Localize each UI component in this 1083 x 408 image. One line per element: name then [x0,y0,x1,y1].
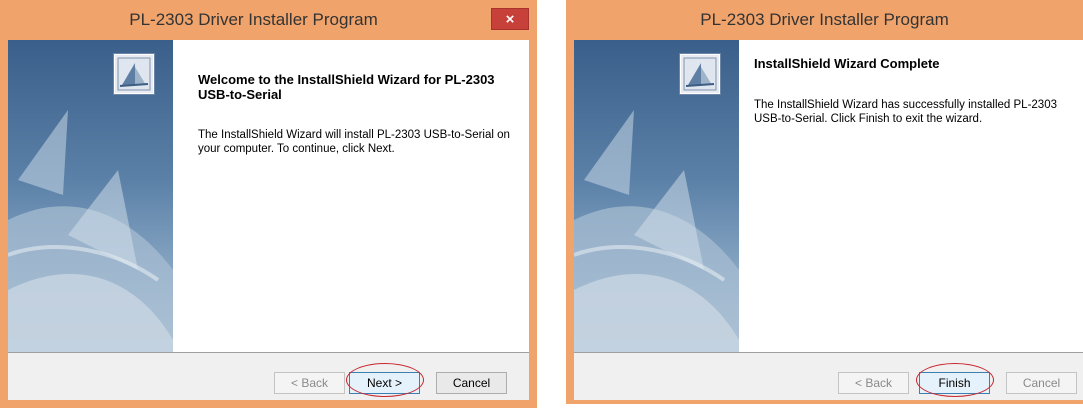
cancel-button[interactable]: Cancel [436,372,507,394]
window-title: PL-2303 Driver Installer Program [700,10,949,29]
back-button[interactable]: < Back [838,372,909,394]
window-title: PL-2303 Driver Installer Program [129,10,378,29]
wizard-footer: < Back Finish Cancel [574,353,1083,400]
title-bar[interactable]: PL-2303 Driver Installer Program [0,0,537,40]
title-bar[interactable]: PL-2303 Driver Installer Program [566,0,1083,40]
wizard-content: Welcome to the InstallShield Wizard for … [188,40,521,400]
next-button[interactable]: Next > [349,372,420,394]
installshield-logo-icon [114,54,154,94]
wizard-content: InstallShield Wizard Complete The Instal… [754,40,1075,400]
wizard-banner-image [574,40,739,352]
close-button[interactable]: × [491,8,529,30]
close-icon: × [505,10,515,28]
wizard-footer: < Back Next > Cancel [8,353,529,400]
wizard-description: The InstallShield Wizard has successfull… [754,99,1057,125]
wizard-client-area: InstallShield Wizard Complete The Instal… [574,40,1083,400]
finish-button[interactable]: Finish [919,372,990,394]
cancel-button[interactable]: Cancel [1006,372,1077,394]
wizard-heading: InstallShield Wizard Complete [754,56,940,71]
installer-window-welcome: PL-2303 Driver Installer Program × Welco… [0,0,537,408]
installshield-logo-icon [680,54,720,94]
installer-window-complete: PL-2303 Driver Installer Program Install… [566,0,1083,404]
back-button[interactable]: < Back [274,372,345,394]
wizard-description: The InstallShield Wizard will install PL… [198,129,510,155]
wizard-client-area: Welcome to the InstallShield Wizard for … [8,40,529,400]
wizard-banner-image [8,40,173,352]
wizard-heading: Welcome to the InstallShield Wizard for … [198,72,495,102]
